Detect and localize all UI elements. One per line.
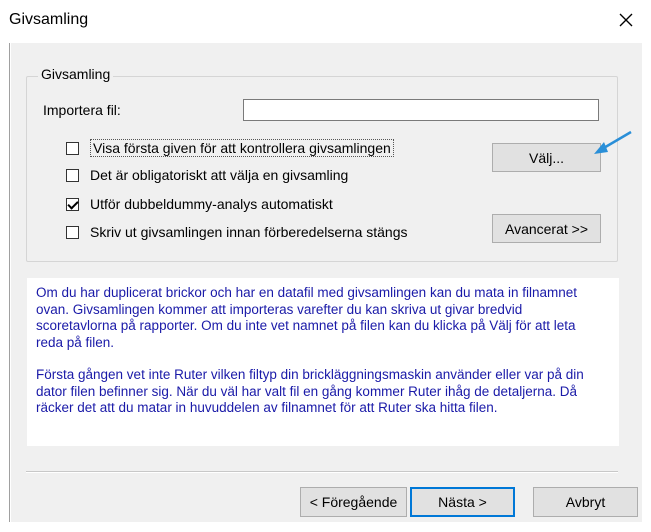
pointer-arrow-icon (594, 130, 632, 154)
footer-separator-highlight (26, 472, 618, 473)
checkbox-box[interactable] (66, 225, 79, 239)
checkbox-mandatory-choice[interactable]: Det är obligatoriskt att välja en givsam… (66, 167, 348, 183)
checkbox-label: Utför dubbeldummy-analys automatiskt (90, 196, 333, 212)
previous-button[interactable]: < Föregående (300, 487, 407, 517)
checkbox-box[interactable] (66, 197, 79, 211)
info-paragraph-1: Om du har duplicerat brickor och har en … (36, 285, 578, 350)
checkbox-double-dummy[interactable]: Utför dubbeldummy-analys automatiskt (66, 196, 333, 212)
choose-file-button[interactable]: Välj... (492, 143, 601, 172)
close-button[interactable] (607, 4, 645, 36)
info-panel: Om du har duplicerat brickor och har en … (27, 278, 619, 446)
checkbox-label: Skriv ut givsamlingen innan förberedelse… (90, 224, 408, 240)
checkbox-box[interactable] (66, 168, 79, 182)
checkbox-label: Det är obligatoriskt att välja en givsam… (90, 167, 349, 183)
cancel-button[interactable]: Avbryt (533, 487, 638, 517)
import-file-label: Importera fil: (43, 102, 121, 118)
window-title: Givsamling (9, 11, 89, 28)
groupbox-legend: Givsamling (38, 66, 114, 82)
next-button[interactable]: Nästa > (410, 487, 515, 517)
checkbox-label: Visa första given för att kontrollera gi… (90, 139, 394, 157)
info-paragraph-2: Första gången vet inte Ruter vilken filt… (36, 367, 584, 416)
checkbox-show-first-deal[interactable]: Visa första given för att kontrollera gi… (66, 139, 394, 157)
checkbox-box[interactable] (66, 141, 79, 155)
import-file-input[interactable] (243, 99, 599, 121)
close-icon (619, 13, 633, 27)
checkbox-print-before-close[interactable]: Skriv ut givsamlingen innan förberedelse… (66, 224, 408, 240)
advanced-button[interactable]: Avancerat >> (492, 214, 601, 243)
title-bar: Givsamling (0, 0, 651, 42)
